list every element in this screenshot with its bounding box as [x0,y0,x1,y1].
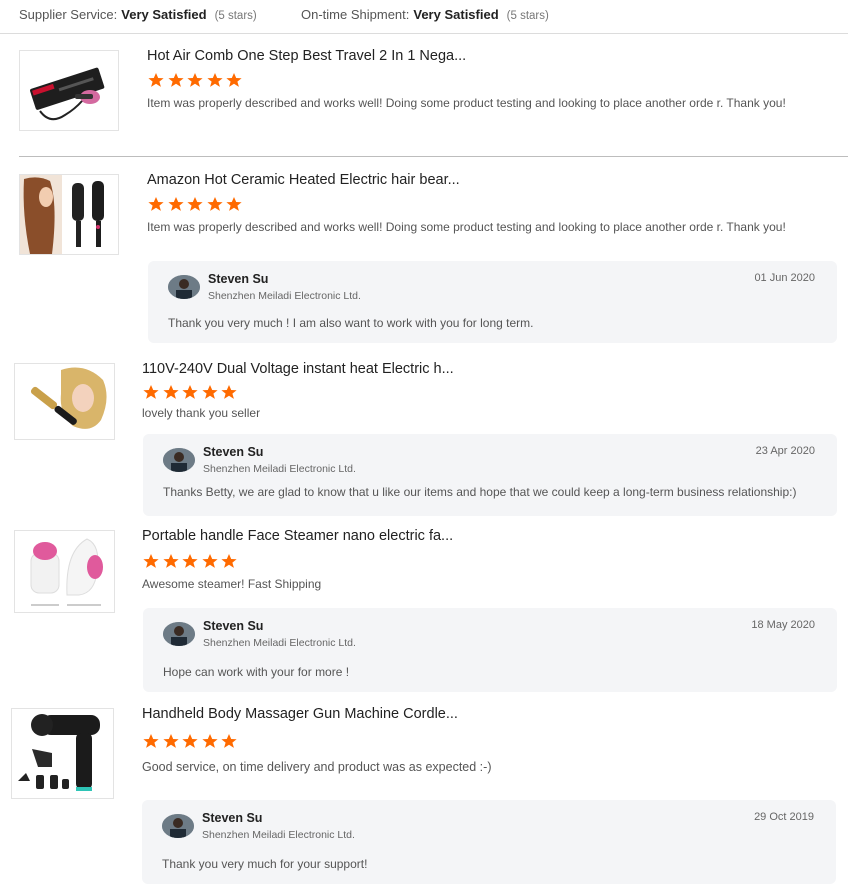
star-icon [201,553,219,569]
star-icon [206,196,224,212]
star-icon [201,733,219,749]
reply-text: Hope can work with your for more ! [163,665,350,679]
avatar [163,448,195,472]
reply-text: Thank you very much ! I am also want to … [168,316,534,330]
reply-company: Shenzhen Meiladi Electronic Ltd. [202,829,355,841]
product-thumbnail[interactable] [19,50,119,131]
seller-reply: Steven Su Shenzhen Meiladi Electronic Lt… [143,608,837,692]
avatar [168,275,200,299]
star-rating [147,196,245,212]
star-icon [167,196,185,212]
star-icon [186,72,204,88]
rating-summary-bar: Supplier Service: Very Satisfied (5 stars)… [0,0,848,34]
reply-text: Thank you very much for your support! [162,857,368,871]
review-text: lovely thank you seller [142,406,261,420]
star-icon [220,553,238,569]
star-icon [142,384,160,400]
supplier-service-rating: Supplier Service: Very Satisfied (5 stars) [19,7,257,22]
review-product-title[interactable]: Hot Air Comb One Step Best Travel 2 In 1… [147,48,466,64]
product-thumbnail[interactable] [14,530,115,613]
star-icon [181,553,199,569]
star-icon [181,733,199,749]
reply-text: Thanks Betty, we are glad to know that u… [163,485,797,499]
star-icon [220,384,238,400]
product-thumbnail[interactable] [14,363,115,440]
product-thumbnail[interactable] [11,708,114,799]
star-rating [142,733,240,749]
supplier-service-label: Supplier Service: [19,7,118,22]
review-text: Good service, on time delivery and produ… [142,760,492,774]
reply-date: 01 Jun 2020 [754,272,815,284]
face-steamer-product-icon [15,531,114,612]
star-icon [162,733,180,749]
star-icon [186,196,204,212]
star-icon [142,733,160,749]
reply-author-name: Steven Su [203,445,264,459]
star-icon [225,72,243,88]
reply-date: 29 Oct 2019 [754,811,814,823]
product-thumbnail[interactable] [19,174,119,255]
star-icon [225,196,243,212]
reply-author-name: Steven Su [202,811,263,825]
reply-company: Shenzhen Meiladi Electronic Ltd. [203,463,356,475]
reply-author-name: Steven Su [203,619,264,633]
shipment-rating: On-time Shipment: Very Satisfied (5 stars) [301,7,549,22]
seller-reply: Steven Su Shenzhen Meiladi Electronic Lt… [143,434,837,516]
reply-date: 18 May 2020 [751,619,815,631]
star-rating [142,553,240,569]
star-icon [147,196,165,212]
star-rating [142,384,240,400]
star-icon [162,384,180,400]
star-icon [201,384,219,400]
reply-company: Shenzhen Meiladi Electronic Ltd. [208,290,361,302]
review-divider [19,156,848,157]
review-product-title[interactable]: 110V-240V Dual Voltage instant heat Elec… [142,361,454,377]
avatar [162,814,194,838]
star-icon [162,553,180,569]
review-product-title[interactable]: Portable handle Face Steamer nano electr… [142,528,453,544]
star-rating [147,72,245,88]
star-icon [167,72,185,88]
curling-comb-product-icon [15,364,114,439]
reply-author-name: Steven Su [208,272,269,286]
hair-straightener-brush-product-icon [20,175,118,254]
review-text: Item was properly described and works we… [147,220,786,234]
shipment-label: On-time Shipment: [301,7,410,22]
reply-date: 23 Apr 2020 [755,445,815,457]
supplier-service-stars: (5 stars) [214,10,257,22]
review-product-title[interactable]: Handheld Body Massager Gun Machine Cordl… [142,706,458,722]
star-icon [220,733,238,749]
seller-reply: Steven Su Shenzhen Meiladi Electronic Lt… [148,261,837,343]
avatar [163,622,195,646]
shipment-stars: (5 stars) [506,10,549,22]
supplier-service-value: Very Satisfied [121,7,207,22]
shipment-value: Very Satisfied [413,7,499,22]
hair-dryer-brush-product-icon [20,51,118,130]
reply-company: Shenzhen Meiladi Electronic Ltd. [203,637,356,649]
star-icon [147,72,165,88]
review-product-title[interactable]: Amazon Hot Ceramic Heated Electric hair … [147,172,460,188]
star-icon [206,72,224,88]
review-text: Item was properly described and works we… [147,96,786,110]
star-icon [142,553,160,569]
massage-gun-product-icon [12,709,113,798]
review-text: Awesome steamer! Fast Shipping [142,577,322,591]
seller-reply: Steven Su Shenzhen Meiladi Electronic Lt… [142,800,836,884]
star-icon [181,384,199,400]
